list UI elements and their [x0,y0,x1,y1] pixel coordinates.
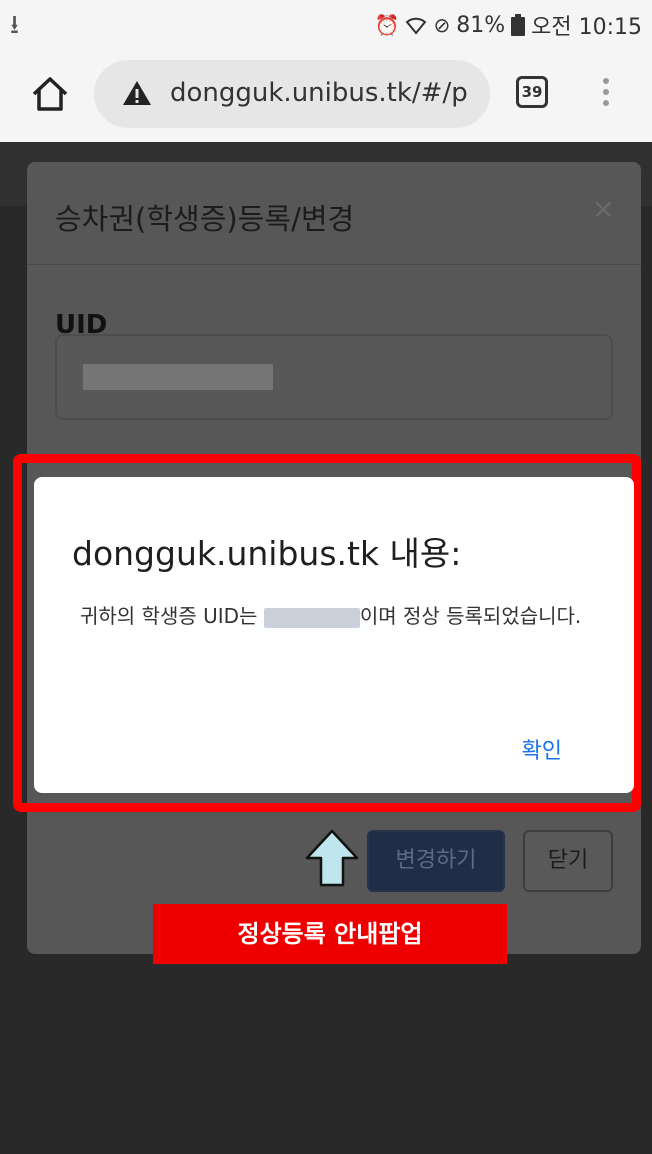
warning-icon[interactable] [122,80,152,106]
status-bar: ⭳ ⏰ ⊘ 81% 오전 10:15 [0,0,652,46]
modal-title: 승차권(학생증)등록/변경 [55,202,355,236]
status-icons: ⏰ ⊘ 81% 오전 10:15 [375,9,642,41]
modal-close-icon[interactable]: × [592,192,615,225]
battery-icon [511,14,526,36]
alert-message: 귀하의 학생증 UID는 이며 정상 등록되었습니다. [80,599,590,633]
browser-toolbar: dongguk.unibus.tk/#/p 39 [0,46,652,142]
wifi-icon [406,17,427,35]
home-icon[interactable] [30,74,70,114]
alert-dialog: dongguk.unibus.tk 내용: 귀하의 학생증 UID는 이며 정상… [34,477,634,793]
no-sound-icon: ⊘ [433,13,451,37]
blurred-uid [263,607,360,628]
change-button[interactable]: 변경하기 [367,830,505,892]
address-bar[interactable]: dongguk.unibus.tk/#/p [94,60,490,128]
up-arrow-icon [305,829,359,887]
alert-message-before: 귀하의 학생증 UID는 [80,604,264,628]
tab-switcher-button[interactable]: 39 [516,76,548,108]
modal-header-divider [27,264,641,265]
annotation-label: 정상등록 안내팝업 [153,904,507,964]
alarm-icon: ⏰ [374,13,400,37]
blurred-uid-value [83,364,273,390]
uid-input[interactable] [55,334,613,420]
alert-message-after: 이며 정상 등록되었습니다. [359,604,582,628]
alert-title: dongguk.unibus.tk 내용: [72,534,462,573]
close-button[interactable]: 닫기 [523,830,613,892]
overflow-menu-icon[interactable] [600,78,612,112]
download-icon: ⭳ [10,10,20,40]
battery-percent: 81% [456,12,506,38]
url-text: dongguk.unibus.tk/#/p [170,78,468,108]
ok-button[interactable]: 확인 [522,733,562,765]
clock: 오전 10:15 [531,15,642,40]
